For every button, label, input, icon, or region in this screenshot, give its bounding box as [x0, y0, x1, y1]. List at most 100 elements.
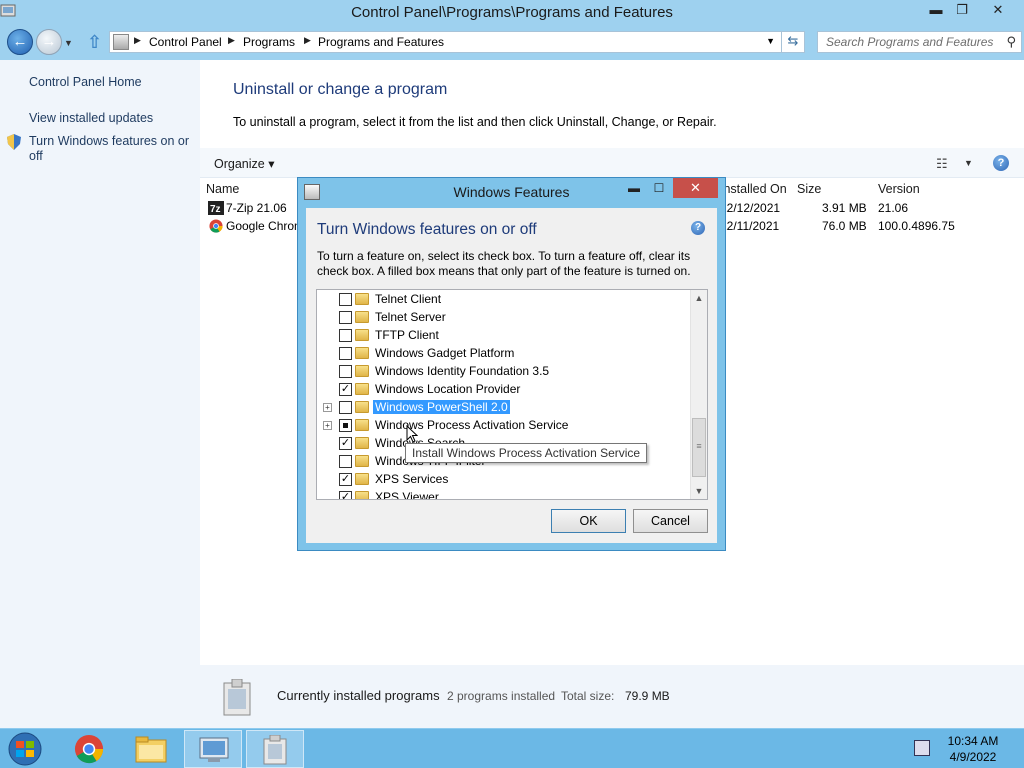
search-icon[interactable]: ⚲: [1006, 34, 1016, 50]
feature-row[interactable]: TFTP Client: [317, 326, 692, 344]
feature-label[interactable]: XPS Viewer: [373, 490, 441, 499]
feature-label[interactable]: XPS Services: [373, 472, 450, 486]
help-icon[interactable]: ?: [993, 155, 1009, 171]
feature-row[interactable]: + Windows Process Activation Service: [317, 416, 692, 434]
navigation-bar: ← → ▼ ⇧ ▶ Control Panel ▶ Programs ▶ Pro…: [0, 26, 1024, 58]
sidebar-item-view-installed-updates[interactable]: View installed updates: [29, 111, 194, 126]
scroll-up-arrow-icon[interactable]: ▲: [691, 290, 707, 306]
feature-label[interactable]: Windows PowerShell 2.0: [372, 399, 511, 415]
feature-label[interactable]: Windows Identity Foundation 3.5: [373, 364, 551, 378]
ok-button[interactable]: OK: [551, 509, 626, 533]
breadcrumb-control-panel[interactable]: Control Panel: [149, 35, 222, 49]
feature-row[interactable]: Telnet Server: [317, 308, 692, 326]
taskbar-windows-features[interactable]: [246, 730, 304, 768]
dialog-maximize-button[interactable]: ☐: [650, 181, 668, 197]
help-icon[interactable]: ?: [691, 221, 705, 235]
expand-icon[interactable]: +: [323, 421, 332, 430]
start-button[interactable]: [5, 731, 45, 767]
chevron-down-icon[interactable]: ▼: [766, 36, 775, 46]
dialog-heading: Turn Windows features on or off: [317, 221, 537, 238]
folder-icon: [355, 311, 369, 323]
feature-label[interactable]: Windows Gadget Platform: [373, 346, 516, 360]
scroll-down-arrow-icon[interactable]: ▼: [691, 483, 707, 499]
forward-button[interactable]: →: [36, 29, 62, 55]
taskbar-control-panel[interactable]: [184, 730, 242, 768]
feature-row[interactable]: ✓ Windows Location Provider: [317, 380, 692, 398]
chevron-right-icon[interactable]: ▶: [134, 35, 141, 46]
feature-checkbox[interactable]: ✓: [339, 383, 352, 396]
feature-row[interactable]: Windows Identity Foundation 3.5: [317, 362, 692, 380]
feature-row[interactable]: Telnet Client: [317, 290, 692, 308]
search-input[interactable]: [826, 34, 996, 50]
folder-icon: [355, 437, 369, 449]
feature-label[interactable]: Windows Process Activation Service: [373, 418, 570, 432]
title-bar[interactable]: Control Panel\Programs\Programs and Feat…: [0, 0, 1024, 26]
feature-checkbox[interactable]: [339, 347, 352, 360]
cancel-button[interactable]: Cancel: [633, 509, 708, 533]
organize-label: Organize: [214, 157, 265, 171]
dialog-minimize-button[interactable]: ▬: [625, 181, 643, 197]
feature-checkbox[interactable]: [339, 311, 352, 324]
clock[interactable]: 10:34 AM 4/9/2022: [940, 733, 1006, 765]
windows-features-dialog: Windows Features ▬ ☐ ✕ Turn Windows feat…: [297, 177, 726, 551]
feature-label[interactable]: Telnet Server: [373, 310, 448, 324]
back-button[interactable]: ←: [7, 29, 33, 55]
taskbar-chrome[interactable]: [60, 730, 118, 768]
up-arrow-icon[interactable]: ⇧: [87, 32, 102, 53]
program-size: 76.0 MB: [822, 219, 867, 233]
feature-checkbox[interactable]: ✓: [339, 473, 352, 486]
refresh-button[interactable]: ⇆: [781, 31, 805, 53]
view-options-icon[interactable]: ☷: [936, 156, 948, 172]
feature-label[interactable]: TFTP Client: [373, 328, 441, 342]
network-icon[interactable]: [914, 740, 930, 756]
folder-icon: [355, 419, 369, 431]
feature-checkbox[interactable]: [339, 365, 352, 378]
feature-checkbox[interactable]: [339, 293, 352, 306]
feature-row[interactable]: ✓ XPS Services: [317, 470, 692, 488]
feature-checkbox[interactable]: [339, 329, 352, 342]
feature-label[interactable]: Telnet Client: [373, 292, 443, 306]
clock-date: 4/9/2022: [949, 750, 997, 764]
scrollbar-thumb[interactable]: ≡: [692, 418, 706, 477]
column-header-size[interactable]: Size: [797, 182, 821, 196]
address-bar[interactable]: ▶ Control Panel ▶ Programs ▶ Programs an…: [109, 31, 782, 53]
dialog-close-button[interactable]: ✕: [673, 178, 718, 198]
vertical-scrollbar[interactable]: ▲ ≡ ▼: [690, 290, 707, 499]
sidebar-item-control-panel-home[interactable]: Control Panel Home: [29, 75, 194, 90]
expand-icon[interactable]: +: [323, 403, 332, 412]
sidebar-item-turn-windows-features[interactable]: Turn Windows features on or off: [29, 134, 194, 164]
chevron-right-icon[interactable]: ▶: [228, 35, 235, 46]
program-version: 21.06: [878, 201, 909, 215]
feature-checkbox[interactable]: ✓: [339, 437, 352, 450]
feature-label[interactable]: Windows Location Provider: [373, 382, 522, 396]
feature-row[interactable]: + Windows PowerShell 2.0: [317, 398, 692, 416]
column-header-name[interactable]: Name: [206, 182, 239, 196]
footer-total-label: Total size:: [561, 689, 615, 703]
shield-icon: [7, 134, 21, 150]
programs-icon: [223, 679, 251, 716]
breadcrumb-programs-and-features[interactable]: Programs and Features: [318, 35, 444, 49]
feature-row[interactable]: ✓ XPS Viewer: [317, 488, 692, 499]
column-header-installed-on[interactable]: Installed On: [720, 182, 787, 196]
folder-icon: [355, 329, 369, 341]
program-version: 100.0.4896.75: [878, 219, 955, 233]
chrome-icon: [209, 219, 223, 233]
column-header-version[interactable]: Version: [878, 182, 920, 196]
chrome-icon: [74, 734, 104, 764]
chevron-down-icon[interactable]: ▼: [964, 158, 973, 168]
recent-pages-dropdown[interactable]: ▼: [64, 38, 73, 48]
feature-checkbox[interactable]: [339, 401, 352, 414]
feature-checkbox[interactable]: [339, 419, 352, 432]
feature-row[interactable]: Windows Gadget Platform: [317, 344, 692, 362]
breadcrumb-programs[interactable]: Programs: [243, 35, 295, 49]
restore-button[interactable]: ❐: [946, 0, 978, 22]
control-panel-icon: [199, 737, 229, 762]
chevron-right-icon[interactable]: ▶: [304, 35, 311, 46]
feature-checkbox[interactable]: ✓: [339, 491, 352, 499]
search-box[interactable]: ⚲: [817, 31, 1022, 53]
features-tree[interactable]: Telnet Client Telnet Server TFTP Client Win…: [316, 289, 708, 500]
taskbar-file-explorer[interactable]: [122, 730, 180, 768]
feature-checkbox[interactable]: [339, 455, 352, 468]
organize-button[interactable]: Organize ▾: [214, 156, 274, 171]
close-button[interactable]: ✕: [982, 0, 1014, 22]
